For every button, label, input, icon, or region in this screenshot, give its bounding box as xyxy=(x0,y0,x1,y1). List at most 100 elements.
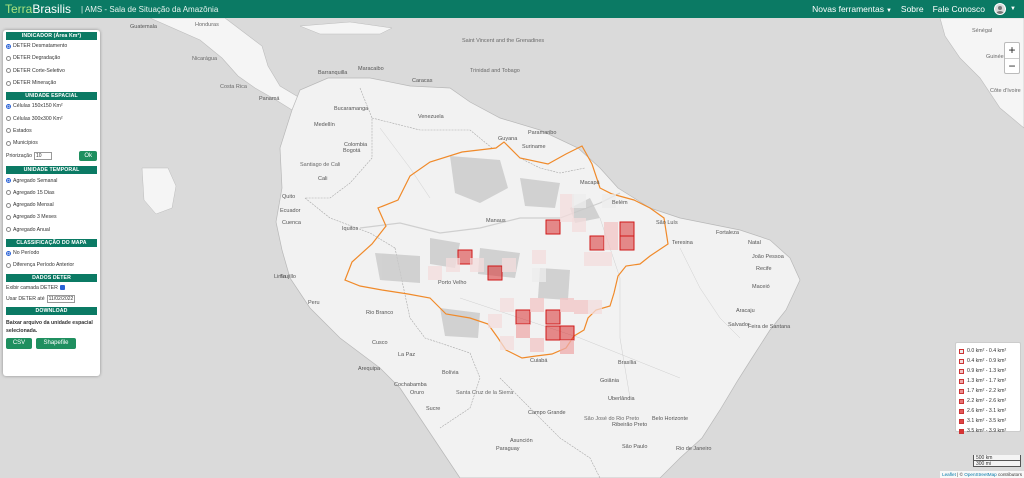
indicator-option-label: DETER Mineração xyxy=(13,80,57,87)
indicator-option[interactable]: DETER Corte-Seletivo xyxy=(6,65,97,77)
about-link[interactable]: Sobre xyxy=(901,4,924,14)
radio-button[interactable] xyxy=(6,140,11,146)
deter-data-header: DADOS DETER xyxy=(6,274,97,283)
deforestation-cell[interactable] xyxy=(545,325,561,341)
user-menu[interactable]: ▼ xyxy=(994,3,1016,15)
attribution: Leaflet | © OpenStreetMap contributors xyxy=(940,471,1024,478)
temporal-unit-option[interactable]: Agregado 3 Meses xyxy=(6,211,97,223)
indicator-option[interactable]: DETER Desmatamento xyxy=(6,40,97,52)
csv-button[interactable]: CSV xyxy=(6,338,32,350)
deforestation-cell[interactable] xyxy=(470,258,484,272)
legend-swatch xyxy=(959,408,964,414)
radio-button[interactable] xyxy=(6,103,11,109)
spatial-unit-option[interactable]: Estados xyxy=(6,125,97,137)
deforestation-cell[interactable] xyxy=(560,194,574,208)
deforestation-cell[interactable] xyxy=(487,265,503,281)
radio-button[interactable] xyxy=(6,55,11,61)
legend-swatch xyxy=(959,418,964,424)
radio-button[interactable] xyxy=(6,43,11,49)
zoom-in-button[interactable]: + xyxy=(1005,43,1019,58)
deforestation-cell[interactable] xyxy=(619,235,635,251)
osm-link[interactable]: OpenStreetMap xyxy=(964,472,996,477)
classification-option[interactable]: No Período xyxy=(6,247,97,259)
map-place-label: Manaus xyxy=(486,218,506,224)
deforestation-cell[interactable] xyxy=(604,222,618,236)
map-view[interactable]: Guatemala Honduras Nicarágua Costa Rica Pana… xyxy=(0,18,1024,478)
deforestation-cell[interactable] xyxy=(516,324,530,338)
contact-link[interactable]: Fale Conosco xyxy=(933,4,985,14)
deforestation-cell[interactable] xyxy=(457,249,473,265)
deforestation-cell[interactable] xyxy=(532,250,546,264)
deforestation-cell[interactable] xyxy=(559,325,575,341)
map-place-label: Saint Vincent and the Grenadines xyxy=(462,38,545,44)
deforestation-cell[interactable] xyxy=(515,309,531,325)
deforestation-cell[interactable] xyxy=(588,300,602,314)
classification-option-label: Diferença Período Anterior xyxy=(13,262,75,269)
show-deter-checkbox[interactable] xyxy=(59,285,65,291)
deforestation-cell[interactable] xyxy=(572,194,586,208)
deforestation-cell[interactable] xyxy=(574,300,588,314)
spatial-unit-option[interactable]: Células 300x300 Km² xyxy=(6,112,97,124)
temporal-unit-option[interactable]: Agregado 15 Dias xyxy=(6,187,97,199)
indicator-option[interactable]: DETER Degradação xyxy=(6,52,97,64)
deforestation-cell[interactable] xyxy=(532,268,546,282)
deter-until-date-input[interactable]: 11/02/2022 xyxy=(46,294,76,303)
deforestation-cell[interactable] xyxy=(545,219,561,235)
legend-item: 1.7 km² - 2.2 km² xyxy=(959,386,1017,396)
map-place-label: Quito xyxy=(282,194,296,200)
deforestation-cell[interactable] xyxy=(572,218,586,232)
legend-label: 0.9 km² - 1.3 km² xyxy=(967,368,1007,374)
spatial-unit-option[interactable]: Células 150x150 Km² xyxy=(6,100,97,112)
deforestation-cell[interactable] xyxy=(488,314,502,328)
radio-button[interactable] xyxy=(6,68,11,74)
map-place-label: Ecuador xyxy=(280,208,301,214)
legend-swatch xyxy=(959,368,964,374)
ok-button[interactable]: Ok xyxy=(79,151,97,162)
deforestation-cell[interactable] xyxy=(619,221,635,237)
prioritization-label: Priorização xyxy=(6,153,32,160)
indicator-option[interactable]: DETER Mineração xyxy=(6,77,97,89)
deforestation-cell[interactable] xyxy=(500,298,514,312)
deforestation-cell[interactable] xyxy=(500,336,514,350)
radio-button[interactable] xyxy=(6,116,11,122)
temporal-unit-option[interactable]: Agregado Anual xyxy=(6,224,97,236)
spatial-unit-option[interactable]: Municípios xyxy=(6,137,97,149)
deforestation-cell[interactable] xyxy=(560,340,574,354)
shapefile-button[interactable]: Shapefile xyxy=(36,338,76,350)
show-deter-row: Exibir camada DETER xyxy=(6,282,97,293)
deforestation-cell[interactable] xyxy=(545,309,561,325)
deforestation-cell[interactable] xyxy=(428,266,442,280)
temporal-unit-option[interactable]: Agregado Mensal xyxy=(6,199,97,211)
temporal-unit-option-label: Agregado Mensal xyxy=(13,202,54,209)
deforestation-cell[interactable] xyxy=(530,298,544,312)
deforestation-cell[interactable] xyxy=(560,208,574,222)
deforestation-cell[interactable] xyxy=(589,235,605,251)
radio-button[interactable] xyxy=(6,250,11,256)
temporal-unit-option[interactable]: Agregado Semanal xyxy=(6,174,97,186)
protected-area xyxy=(520,178,560,208)
deforestation-cell[interactable] xyxy=(584,252,598,266)
legend-item: 0.4 km² - 0.9 km² xyxy=(959,356,1017,366)
leaflet-link[interactable]: Leaflet xyxy=(942,472,956,477)
classification-option[interactable]: Diferença Período Anterior xyxy=(6,259,97,271)
radio-button[interactable] xyxy=(6,178,11,184)
radio-button[interactable] xyxy=(6,190,11,196)
deforestation-cell[interactable] xyxy=(502,258,516,272)
radio-button[interactable] xyxy=(6,262,11,268)
deforestation-cell[interactable] xyxy=(446,258,460,272)
radio-button[interactable] xyxy=(6,80,11,86)
radio-button[interactable] xyxy=(6,202,11,208)
prioritization-stepper[interactable]: 10 xyxy=(33,152,52,161)
deforestation-cell[interactable] xyxy=(560,298,574,312)
map-place-label: Ribeirão Preto xyxy=(612,422,648,428)
brand-logo[interactable]: TerraBrasilis xyxy=(5,2,71,16)
radio-button[interactable] xyxy=(6,128,11,134)
deforestation-cell[interactable] xyxy=(530,338,544,352)
map-place-label: Rio de Janeiro xyxy=(676,446,712,452)
radio-button[interactable] xyxy=(6,214,11,220)
zoom-out-button[interactable]: − xyxy=(1005,58,1019,73)
radio-button[interactable] xyxy=(6,227,11,233)
deforestation-cell[interactable] xyxy=(604,236,618,250)
new-tools-menu[interactable]: Novas ferramentas ▼ xyxy=(812,4,892,14)
deforestation-cell[interactable] xyxy=(598,252,612,266)
